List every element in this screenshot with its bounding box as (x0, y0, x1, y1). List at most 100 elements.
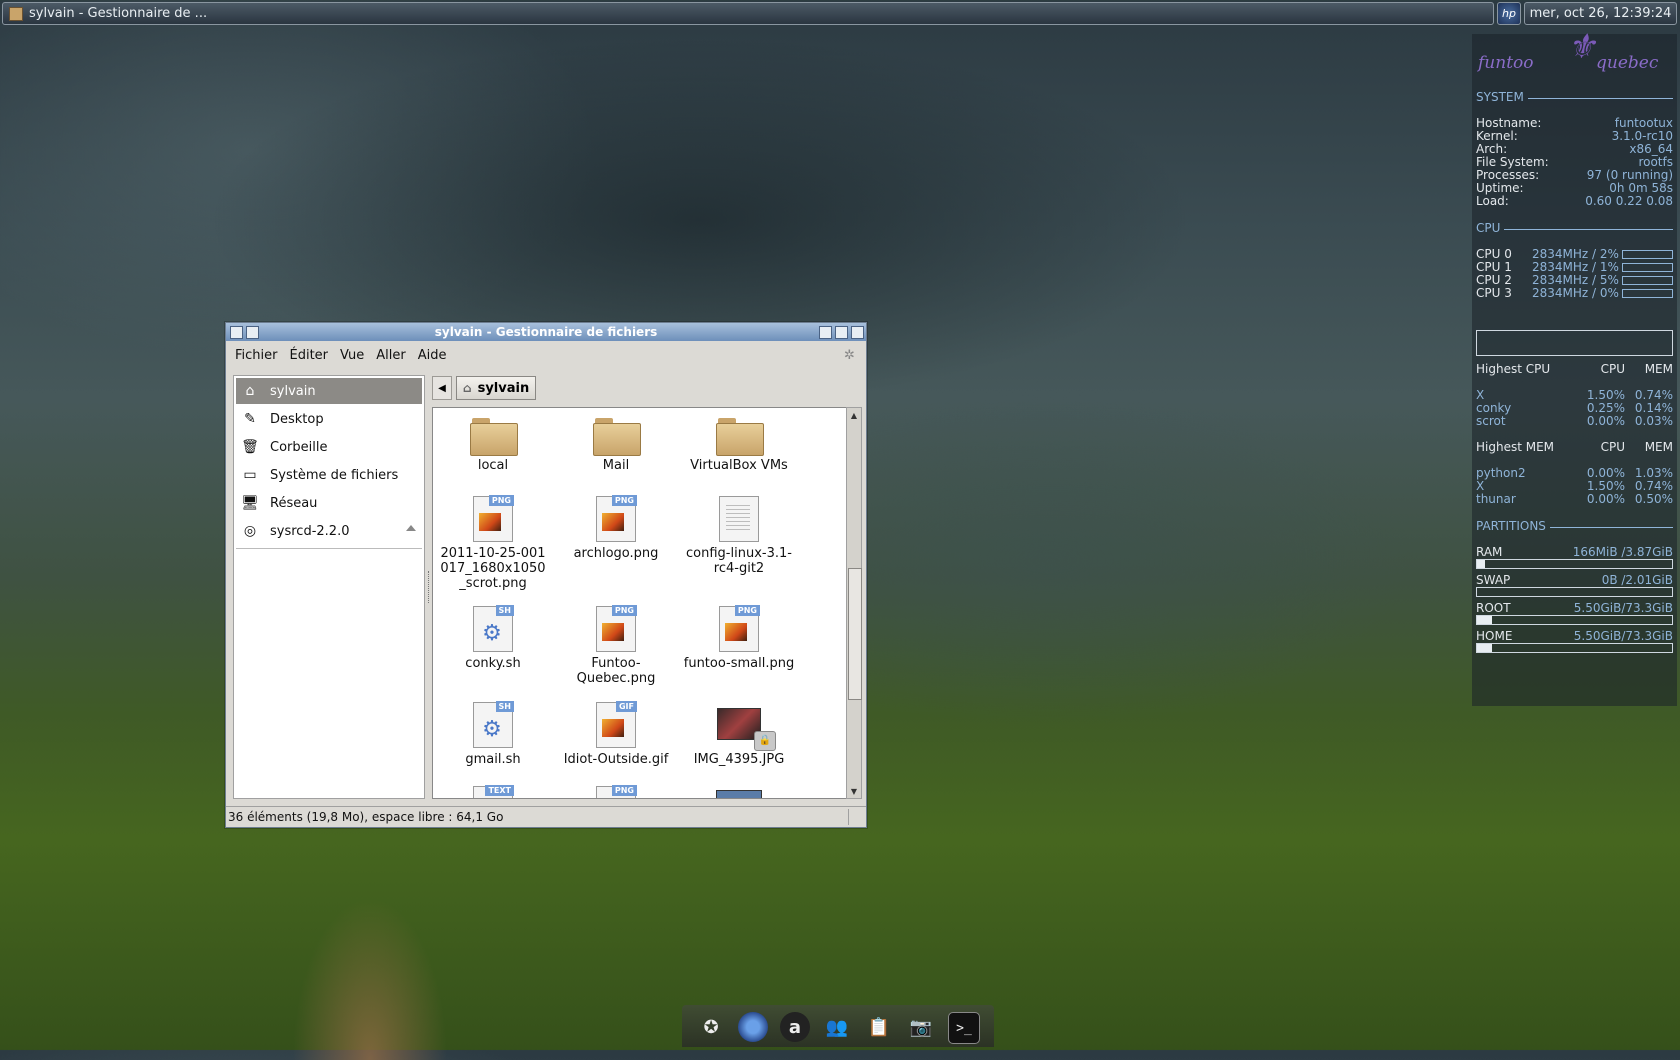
file-manager-window: sylvain - Gestionnaire de fichiers Fichi… (225, 322, 867, 828)
process-row: python2 0.00% 1.03% (1476, 466, 1673, 480)
top-panel: sylvain - Gestionnaire de ... hp mer, oc… (0, 0, 1680, 27)
dock: ✪ a 👥 📋 📷 >_ (682, 1005, 994, 1047)
amarok-icon[interactable]: a (780, 1012, 810, 1042)
cpu-row: CPU 2 2834MHz / 5% (1476, 273, 1673, 287)
file-item[interactable]: 🔒 IMG_4395.JPG (679, 702, 799, 767)
window-titlebar[interactable]: sylvain - Gestionnaire de fichiers (226, 323, 866, 341)
partition-row: SWAP 0B /2.01GiB (1476, 573, 1673, 587)
png-file-icon: PNG (719, 605, 760, 652)
cpu-row: CPU 3 2834MHz / 0% (1476, 286, 1673, 300)
window-title: sylvain - Gestionnaire de fichiers (434, 325, 658, 339)
png-file-icon: PNG (596, 785, 637, 798)
sidebar-item-reseau[interactable]: 🖥 Réseau (236, 490, 422, 516)
file-item[interactable]: local (433, 418, 553, 473)
file-item[interactable]: PNG (556, 785, 676, 798)
desktop-icon: ✎ (244, 411, 256, 427)
folder-icon (716, 418, 764, 456)
cpu-row: CPU 0 2834MHz / 2% (1476, 247, 1673, 261)
shade-icon[interactable] (246, 326, 259, 339)
taskbar-window-button[interactable]: sylvain - Gestionnaire de ... (2, 2, 1494, 25)
menu-editer[interactable]: Éditer (290, 348, 329, 363)
users-icon[interactable]: 👥 (822, 1012, 852, 1042)
process-row: conky 0.25% 0.14% (1476, 401, 1673, 415)
terminal-icon[interactable]: >_ (948, 1012, 980, 1044)
sidebar-item-sylvain[interactable]: ⌂ sylvain (236, 378, 422, 404)
process-row: scrot 0.00% 0.03% (1476, 414, 1673, 428)
partition-bar (1476, 559, 1673, 569)
file-manager-icon (9, 6, 23, 21)
scroll-down-icon[interactable]: ▼ (847, 784, 861, 798)
menu-aller[interactable]: Aller (376, 348, 405, 363)
process-row: thunar 0.00% 0.50% (1476, 492, 1673, 506)
file-item[interactable] (679, 790, 799, 798)
clipboard-icon[interactable]: 📋 (864, 1012, 894, 1042)
cpu-bar (1622, 249, 1673, 259)
partition-bar (1476, 615, 1673, 625)
home-icon: ⌂ (463, 381, 472, 395)
sidebar-item-desktop[interactable]: ✎ Desktop (236, 406, 422, 432)
file-item[interactable]: PNG funtoo-small.png (679, 605, 799, 671)
gif-file-icon: GIF (596, 701, 637, 748)
screenshot-icon[interactable]: 📷 (906, 1012, 936, 1042)
vertical-scrollbar[interactable]: ▲ ▼ (846, 407, 862, 799)
file-item[interactable]: VirtualBox VMs (679, 418, 799, 473)
window-menu-icon[interactable] (230, 326, 243, 339)
funtoo-quebec-logo: funtoo ⚜ quebec (1478, 30, 1670, 84)
png-file-icon: PNG (596, 605, 637, 652)
menu-fichier[interactable]: Fichier (235, 348, 278, 363)
path-back-button[interactable]: ◀ (432, 376, 452, 400)
app-icon[interactable]: ✪ (696, 1012, 726, 1042)
file-icon-view[interactable]: local Mail VirtualBox VMs PNG 2011-10-25… (432, 407, 847, 799)
shell-script-icon: SH ⚙ (473, 701, 514, 748)
scroll-up-icon[interactable]: ▲ (847, 408, 861, 422)
maximize-icon[interactable] (835, 326, 848, 339)
disc-icon: ◎ (243, 523, 257, 539)
file-item[interactable]: PNG 2011-10-25-001017_1680x1050_scrot.pn… (433, 495, 553, 591)
partition-bar (1476, 643, 1673, 653)
file-item[interactable]: GIF Idiot-Outside.gif (556, 701, 676, 767)
minimize-icon[interactable] (819, 326, 832, 339)
cpu-section-title: CPU (1476, 221, 1673, 235)
path-crumb-sylvain[interactable]: ⌂ sylvain (456, 376, 537, 400)
chromium-icon[interactable] (738, 1012, 768, 1042)
menu-aide[interactable]: Aide (418, 348, 447, 363)
system-row: Hostname: funtootux (1476, 116, 1673, 130)
highest-mem-header: Highest MEM CPU MEM (1476, 440, 1673, 454)
cpu-bar (1622, 262, 1673, 272)
cpu-bar (1622, 275, 1673, 285)
system-row: Processes: 97 (0 running) (1476, 168, 1673, 182)
file-item[interactable]: PNG archlogo.png (556, 495, 676, 561)
file-item[interactable]: SH ⚙ gmail.sh (433, 701, 553, 767)
eject-icon[interactable] (406, 525, 416, 531)
file-item[interactable]: PNG Funtoo-Quebec.png (556, 605, 676, 686)
cpu-bar (1622, 288, 1673, 298)
process-row: X 1.50% 0.74% (1476, 388, 1673, 402)
text-file-icon: TEXT (473, 785, 514, 798)
sidebar-item-corbeille[interactable]: 🗑 Corbeille (236, 434, 422, 460)
system-row: Arch: x86_64 (1476, 142, 1673, 156)
partition-row: HOME 5.50GiB/73.3GiB (1476, 629, 1673, 643)
menu-vue[interactable]: Vue (340, 348, 364, 363)
home-icon: ⌂ (245, 383, 255, 399)
png-file-icon: PNG (473, 495, 514, 542)
system-row: File System: rootfs (1476, 155, 1673, 169)
logo-text-right: quebec (1596, 53, 1659, 73)
clock[interactable]: mer, oct 26, 12:39:24 (1524, 2, 1677, 25)
sidebar-item-sysrcd[interactable]: ◎ sysrcd-2.2.0 (236, 518, 422, 544)
scrollbar-thumb[interactable] (848, 568, 862, 700)
trash-icon: 🗑 (241, 439, 259, 455)
close-icon[interactable] (851, 326, 864, 339)
partitions-section-title: PARTITIONS (1476, 519, 1673, 533)
process-row: X 1.50% 0.74% (1476, 479, 1673, 493)
hp-icon[interactable]: hp (1497, 2, 1521, 25)
file-item[interactable]: TEXT (433, 785, 553, 798)
png-file-icon: PNG (596, 495, 637, 542)
sidebar-item-filesystem[interactable]: ▭ Système de fichiers (236, 462, 422, 488)
file-item[interactable]: SH ⚙ conky.sh (433, 605, 553, 671)
file-item[interactable]: Mail (556, 418, 676, 473)
system-section-title: SYSTEM (1476, 90, 1673, 104)
folder-icon (470, 418, 518, 456)
folder-icon (593, 418, 641, 456)
file-item[interactable]: config-linux-3.1-rc4-git2 (679, 496, 799, 576)
system-row: Load: 0.60 0.22 0.08 (1476, 194, 1673, 208)
